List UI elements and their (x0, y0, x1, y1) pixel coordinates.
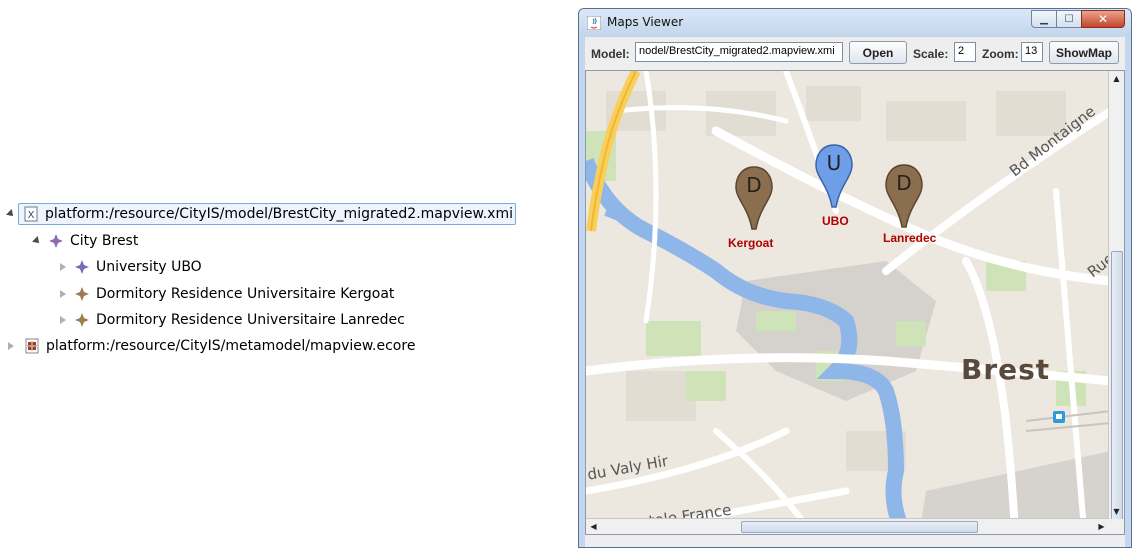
model-tree: X platform:/resource/CityIS/model/BrestC… (0, 0, 580, 552)
collapse-toggle[interactable] (56, 309, 70, 331)
map-viewport[interactable]: Brest Bd Montaigne Rue du Valy Hir Rue A… (585, 70, 1125, 535)
tree-row-child-3[interactable]: Dormitory Residence Universitaire Lanred… (56, 309, 405, 331)
tree-item-label: Dormitory Residence Universitaire Lanred… (96, 312, 405, 328)
scale-input[interactable]: 2 (954, 42, 976, 62)
model-path-input[interactable]: nodel/BrestCity_migrated2.mapview.xmi (635, 42, 843, 62)
tree-row-child-2[interactable]: Dormitory Residence Universitaire Kergoa… (56, 283, 394, 305)
scroll-down-icon[interactable]: ▼ (1109, 504, 1124, 519)
java-app-icon (586, 15, 602, 31)
collapsed-arrow-icon (8, 342, 14, 350)
vertical-scroll-thumb[interactable] (1111, 251, 1123, 534)
scroll-left-icon[interactable]: ◀ (586, 519, 601, 534)
ecore-file-icon (24, 338, 40, 354)
svg-text:X: X (28, 210, 35, 221)
zoom-label: Zoom: (982, 47, 1019, 61)
expanded-arrow-icon (32, 236, 42, 246)
vertical-scrollbar[interactable]: ▲ ▼ (1108, 71, 1124, 534)
tree-row-model-file[interactable]: X platform:/resource/CityIS/model/BrestC… (4, 203, 516, 225)
showmap-button[interactable]: ShowMap (1049, 41, 1119, 64)
collapse-toggle[interactable] (56, 256, 70, 278)
tree-item-label: University UBO (96, 259, 202, 275)
marker-letter: D (746, 173, 762, 197)
scrollbar-corner (1109, 519, 1124, 534)
title-bar[interactable]: Maps Viewer ▁ ☐ ✕ (579, 9, 1131, 37)
tree-item-label: Dormitory Residence Universitaire Kergoa… (96, 286, 395, 302)
window-title: Maps Viewer (607, 15, 684, 29)
diamond-star-icon (74, 259, 90, 275)
marker-letter: D (896, 171, 912, 195)
toolbar: Model: nodel/BrestCity_migrated2.mapview… (585, 37, 1125, 69)
expand-toggle[interactable] (30, 230, 44, 252)
tree-item-label: City Brest (70, 233, 139, 249)
map-marker-kergoat[interactable]: D (734, 165, 774, 235)
expand-toggle[interactable] (4, 203, 18, 225)
tree-row-child-1[interactable]: University UBO (56, 256, 202, 278)
close-button[interactable]: ✕ (1081, 10, 1125, 28)
model-label: Model: (591, 47, 630, 61)
window-controls: ▁ ☐ ✕ (1031, 10, 1125, 28)
collapsed-arrow-icon (60, 263, 66, 271)
marker-letter: U (826, 151, 842, 175)
expanded-arrow-icon (6, 209, 16, 219)
marker-label-lanredec: Lanredec (883, 231, 937, 245)
diamond-star-icon (48, 233, 64, 249)
horizontal-scrollbar[interactable]: ◀ ▶ (586, 518, 1109, 534)
diamond-star-icon (74, 312, 90, 328)
tree-row-city[interactable]: City Brest (30, 230, 138, 252)
marker-label-kergoat: Kergoat (728, 236, 774, 250)
scroll-up-icon[interactable]: ▲ (1109, 71, 1124, 86)
scroll-right-icon[interactable]: ▶ (1094, 519, 1109, 534)
maps-viewer-window: Maps Viewer ▁ ☐ ✕ Model: nodel/BrestCity… (578, 8, 1132, 548)
tree-row-ecore-file[interactable]: platform:/resource/CityIS/metamodel/mapv… (4, 335, 415, 357)
collapsed-arrow-icon (60, 290, 66, 298)
window-content: Model: nodel/BrestCity_migrated2.mapview… (585, 37, 1125, 547)
marker-label-ubo: UBO (822, 214, 849, 228)
map-marker-lanredec[interactable]: D (884, 163, 924, 233)
collapsed-arrow-icon (60, 316, 66, 324)
zoom-input[interactable]: 13 (1021, 42, 1043, 62)
tree-item-selected[interactable]: X platform:/resource/CityIS/model/BrestC… (18, 203, 516, 225)
diamond-star-icon (74, 286, 90, 302)
map-city-label: Brest (961, 353, 1051, 386)
tree-item-label: platform:/resource/CityIS/model/BrestCit… (45, 206, 513, 222)
open-button[interactable]: Open (849, 41, 907, 64)
scale-label: Scale: (913, 47, 949, 61)
collapse-toggle[interactable] (4, 335, 18, 357)
tree-item-label: platform:/resource/CityIS/metamodel/mapv… (46, 338, 416, 354)
maximize-button[interactable]: ☐ (1056, 10, 1082, 28)
xmi-file-icon: X (23, 206, 39, 222)
map-marker-ubo[interactable]: U (814, 143, 854, 213)
minimize-button[interactable]: ▁ (1031, 10, 1057, 28)
horizontal-scroll-thumb[interactable] (741, 521, 978, 533)
collapse-toggle[interactable] (56, 283, 70, 305)
